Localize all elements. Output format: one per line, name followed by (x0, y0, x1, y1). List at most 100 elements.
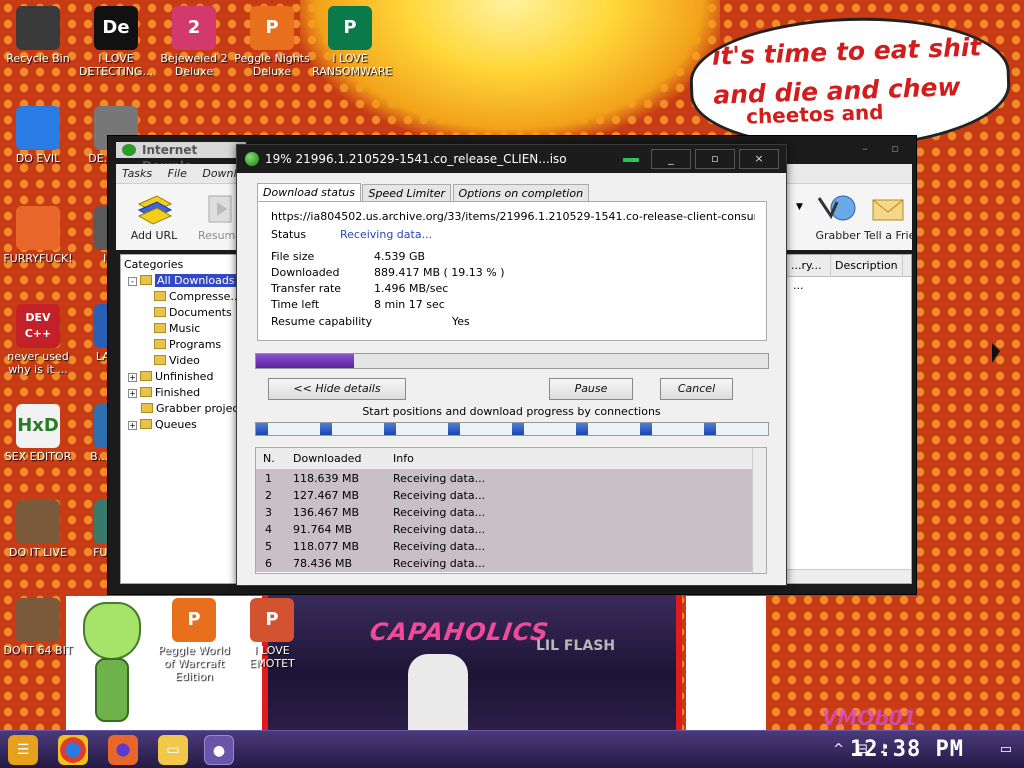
desktop-icon[interactable]: Recycle Bin (0, 6, 76, 65)
desktop-icon[interactable]: P Peggle Nights Deluxe (234, 6, 310, 78)
desktop-icon[interactable]: PI LOVE EMOTET (234, 598, 310, 670)
desktop-icon-label: Bejeweled 2 Deluxe (160, 52, 228, 78)
category-tree-item[interactable]: Programs (124, 337, 234, 353)
maximize-icon[interactable]: ▫ (880, 142, 910, 155)
menu-tasks[interactable]: Tasks (116, 164, 158, 183)
table-row[interactable]: 5 118.077 MB Receiving data... (256, 538, 766, 555)
expand-icon[interactable]: + (128, 421, 137, 430)
connection-progress-segment (448, 423, 461, 435)
column-header-n[interactable]: N. (263, 448, 275, 470)
category-tree-item[interactable]: Music (124, 321, 234, 337)
column-header-info[interactable]: Info (393, 448, 414, 470)
column-header-downloaded[interactable]: Downloaded (293, 448, 361, 470)
dialog-title: 19% 21996.1.210529-1541.co_release_CLIEN… (265, 152, 567, 166)
connections-progress-bar (255, 422, 769, 436)
download-progress-bar (255, 353, 769, 369)
pause-button[interactable]: Pause (549, 378, 633, 400)
desktop-icon[interactable]: P Peggle World of Warcraft Edition (156, 598, 232, 683)
desktop-icon[interactable]: FURRYFUCK! (0, 206, 76, 265)
start-icon[interactable]: ☰ (8, 735, 38, 765)
category-tree-item[interactable]: + Finished (124, 385, 234, 401)
desktop-icon[interactable]: De I LOVE DETECTING... (78, 6, 154, 78)
dialog-title-bar[interactable]: 19% 21996.1.210529-1541.co_release_CLIEN… (237, 145, 786, 173)
desktop-icon[interactable]: PI LOVE RANSOMWARE (312, 6, 392, 78)
chrome-icon[interactable] (58, 735, 88, 765)
desktop-icon-label: DO IT LIVE (9, 546, 67, 559)
desktop-icon[interactable]: HxD SEX EDITOR (0, 404, 76, 463)
table-row[interactable]: 6 78.436 MB Receiving data... (256, 555, 766, 572)
cancel-button[interactable]: Cancel (660, 378, 733, 400)
connection-downloaded: 127.467 MB (293, 489, 360, 502)
category-tree-item[interactable]: - All Downloads (124, 273, 237, 289)
expand-icon[interactable]: + (128, 389, 137, 398)
dialog-maximize-button[interactable]: ▫ (695, 149, 735, 169)
toolbar-dropdown-arrow-icon[interactable]: ▼ (796, 202, 803, 212)
column-header-category[interactable]: ...ry... (787, 255, 831, 277)
hide-details-button[interactable]: << Hide details (268, 378, 406, 400)
tell-a-friend-button[interactable]: Tell a Frie... (864, 190, 912, 242)
folder-icon (154, 323, 166, 333)
connection-progress-segment (512, 423, 525, 435)
desktop-icon[interactable]: DO EVIL (0, 106, 76, 165)
table-row[interactable]: 2 127.467 MB Receiving data... (256, 487, 766, 504)
add-url-button[interactable]: Add URL (122, 190, 186, 242)
chrome-icon (16, 106, 60, 150)
firefox-icon[interactable] (108, 735, 138, 765)
connection-progress-segment (704, 423, 717, 435)
expand-icon[interactable]: + (128, 373, 137, 382)
connection-downloaded: 118.077 MB (293, 540, 360, 553)
desktop-icon[interactable]: DEV C++ never used why is it ... (0, 304, 76, 376)
desktop-icon-label: I LOVE EMOTET (249, 644, 295, 670)
category-tree-item[interactable]: + Queues (124, 417, 234, 433)
grabber-button[interactable]: Grabber (806, 190, 870, 242)
vertical-scrollbar[interactable] (752, 448, 766, 573)
folder-icon (140, 419, 152, 429)
table-row[interactable]: 1 118.639 MB Receiving data... (256, 470, 766, 487)
category-tree-item[interactable]: Compresse... (124, 289, 241, 305)
minimize-icon[interactable]: – (850, 142, 880, 155)
connections-table: N. Downloaded Info 1 118.639 MB Receiving … (255, 447, 767, 574)
desktop-icon-label: DO EVIL (15, 152, 61, 165)
desktop-icon[interactable]: DO IT 64 BIT (0, 598, 76, 657)
category-tree-item[interactable]: Grabber projec... (124, 401, 249, 417)
menu-file[interactable]: File (162, 164, 193, 183)
collapse-icon[interactable]: - (128, 277, 137, 286)
album-figure (408, 654, 468, 730)
desktop-icon-label: FURRYFUCK! (3, 252, 73, 265)
cartoon-head (83, 602, 141, 660)
table-row[interactable]: 3 136.467 MB Receiving data... (256, 504, 766, 521)
connection-info: Receiving data... (393, 523, 486, 536)
connection-number: 4 (265, 523, 272, 536)
download-progress-fill (256, 354, 354, 368)
desktop-icon[interactable]: DO IT LIVE (0, 500, 76, 559)
column-header-description[interactable]: Description (831, 255, 903, 277)
categories-header: Categories (124, 258, 184, 271)
desktop-icon-label: DO IT 64 BIT (3, 644, 73, 657)
category-label: Grabber projec... (156, 402, 249, 415)
connection-info: Receiving data... (393, 557, 486, 570)
category-tree-item[interactable]: Video (124, 353, 234, 369)
idm-globe-icon (245, 152, 259, 166)
transfer-rate-value: 1.496 MB/sec (374, 282, 449, 295)
category-label: All Downloads (155, 274, 237, 287)
table-row[interactable]: 4 91.764 MB Receiving data... (256, 521, 766, 538)
taskbar-clock[interactable]: 12:38 PM (850, 735, 964, 765)
dialog-minimize-button[interactable]: _ (651, 149, 691, 169)
connections-caption: Start positions and download progress by… (362, 405, 661, 418)
idm-taskbar-icon[interactable]: ● (204, 735, 234, 765)
category-label: Video (169, 354, 200, 367)
time-left-label: Time left (271, 298, 320, 311)
idm-main-title[interactable]: Internet Downlo... (116, 142, 246, 173)
wallpaper-panel-right (686, 596, 766, 732)
category-tree-item[interactable]: Documents (124, 305, 234, 321)
horizontal-scrollbar[interactable] (787, 569, 911, 583)
dialog-tabs: Download status Speed Limiter Options on… (257, 182, 590, 204)
file-explorer-icon[interactable]: ▭ (158, 735, 188, 765)
desktop-icon[interactable]: 2 Bejeweled 2 Deluxe (156, 6, 232, 78)
notifications-icon[interactable]: ▭ (1000, 731, 1012, 768)
category-tree-item[interactable]: + Unfinished (124, 369, 234, 385)
dialog-close-button[interactable]: × (739, 149, 779, 169)
wallpaper-cartoon-character (75, 602, 149, 726)
chevron-up-icon[interactable]: ^ (833, 731, 844, 768)
grabber-icon (817, 195, 856, 221)
